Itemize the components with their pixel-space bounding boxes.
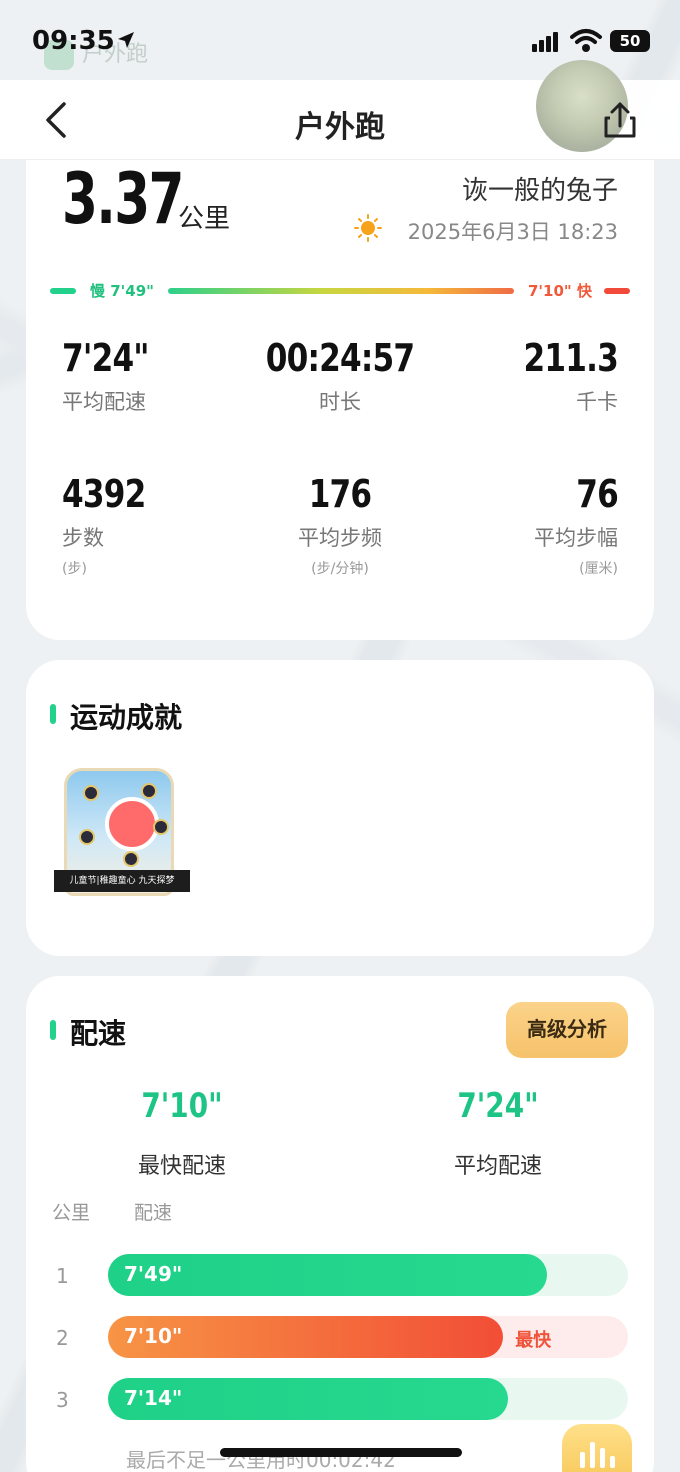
section-accent <box>50 1020 56 1040</box>
fastest-pace-stat: 7'10" 最快配速 <box>72 1086 292 1180</box>
metric-value: 00:24:57 <box>265 336 415 380</box>
metric-value: 4392 <box>62 472 146 516</box>
metric-unit: (步/分钟) <box>311 561 369 577</box>
badge-emblem <box>105 797 159 851</box>
metric-label: 平均步幅 <box>534 526 618 550</box>
metric-unit: (厘米) <box>579 561 618 577</box>
run-summary-card: 3.37 公里 诙一般的兔子 2025年6月3日 18:23 慢 7'49" 7… <box>26 130 654 640</box>
row-km-number: 2 <box>56 1326 69 1350</box>
share-icon[interactable] <box>602 100 638 140</box>
home-indicator <box>220 1448 462 1457</box>
slow-indicator <box>50 288 76 294</box>
pace-bar: 7'10" <box>108 1316 504 1358</box>
status-bar: 户外跑 09:35 50 <box>0 0 680 80</box>
metric-stride: 76 平均步幅 (厘米) <box>418 472 619 578</box>
cellular-signal-icon <box>532 32 560 52</box>
fast-pace-label: 7'10" 快 <box>528 282 592 300</box>
metric-value: 211.3 <box>523 336 619 380</box>
pace-bar-track: 7'49" <box>108 1254 628 1296</box>
pace-color-legend: 慢 7'49" 7'10" 快 <box>50 278 630 304</box>
slow-pace-label: 慢 7'49" <box>90 282 154 300</box>
metric-duration: 00:24:57 时长 <box>240 336 440 416</box>
distance-unit: 公里 <box>178 204 231 234</box>
pace-gradient-bar <box>168 288 514 294</box>
metric-steps: 4392 步数 (步) <box>62 472 262 578</box>
sunny-weather-icon <box>354 214 382 242</box>
average-pace-stat: 7'24" 平均配速 <box>388 1086 608 1180</box>
pace-title: 配速 <box>70 1017 127 1050</box>
metric-label: 平均配速 <box>62 390 146 414</box>
pace-bar: 7'49" <box>108 1254 548 1296</box>
column-header-pace: 配速 <box>134 1202 173 1224</box>
metric-unit: (步) <box>62 561 87 577</box>
pace-bar: 7'14" <box>108 1378 509 1420</box>
wifi-icon <box>570 29 602 52</box>
metric-cadence: 176 平均步频 (步/分钟) <box>240 472 440 578</box>
pace-bar-value: 7'14" <box>124 1386 183 1410</box>
metric-label: 时长 <box>319 390 361 414</box>
fastest-pace-label: 最快配速 <box>137 1154 226 1179</box>
advanced-analysis-button[interactable]: 高级分析 <box>506 1002 628 1058</box>
pace-bar-value: 7'10" <box>124 1324 183 1348</box>
pace-bar-value: 7'49" <box>124 1262 183 1286</box>
badge-caption: 儿童节|稚趣童心 九天探梦 <box>54 870 190 892</box>
metric-value: 7'24" <box>62 336 150 380</box>
status-time: 09:35 <box>32 26 115 56</box>
metric-label: 步数 <box>62 526 104 550</box>
achievements-card: 运动成就 儿童节|稚趣童心 九天探梦 <box>26 660 654 956</box>
section-accent <box>50 704 56 724</box>
battery-icon: 50 <box>610 30 650 52</box>
average-pace-label: 平均配速 <box>453 1154 542 1179</box>
column-header-km: 公里 <box>52 1202 91 1224</box>
average-pace-value: 7'24" <box>457 1086 539 1126</box>
childrens-day-badge[interactable]: 儿童节|稚趣童心 九天探梦 <box>54 768 190 898</box>
run-date: 2025年6月3日 18:23 <box>407 220 618 244</box>
distance-value: 3.37 <box>62 158 185 240</box>
metric-label: 千卡 <box>576 390 618 414</box>
fastest-tag: 最快 <box>515 1330 552 1351</box>
nav-header: 户外跑 <box>0 60 680 160</box>
achievements-title: 运动成就 <box>70 701 183 734</box>
pace-bar-track: 7'10" 最快 <box>108 1316 628 1358</box>
metric-avg-pace: 7'24" 平均配速 <box>62 336 262 416</box>
metric-value: 76 <box>576 472 619 516</box>
fastest-pace-value: 7'10" <box>141 1086 223 1126</box>
floating-chart-button[interactable] <box>562 1424 632 1472</box>
username: 诙一般的兔子 <box>461 176 618 206</box>
metric-calories: 211.3 千卡 <box>418 336 619 416</box>
row-km-number: 3 <box>56 1388 69 1412</box>
location-arrow-icon <box>118 32 134 48</box>
fast-indicator <box>604 288 630 294</box>
metric-label: 平均步频 <box>298 526 382 550</box>
pace-card: 配速 高级分析 7'10" 最快配速 7'24" 平均配速 公里 配速 1 7'4… <box>26 976 654 1472</box>
row-km-number: 1 <box>56 1264 69 1288</box>
pace-bar-track: 7'14" <box>108 1378 628 1420</box>
metric-value: 176 <box>308 472 372 516</box>
